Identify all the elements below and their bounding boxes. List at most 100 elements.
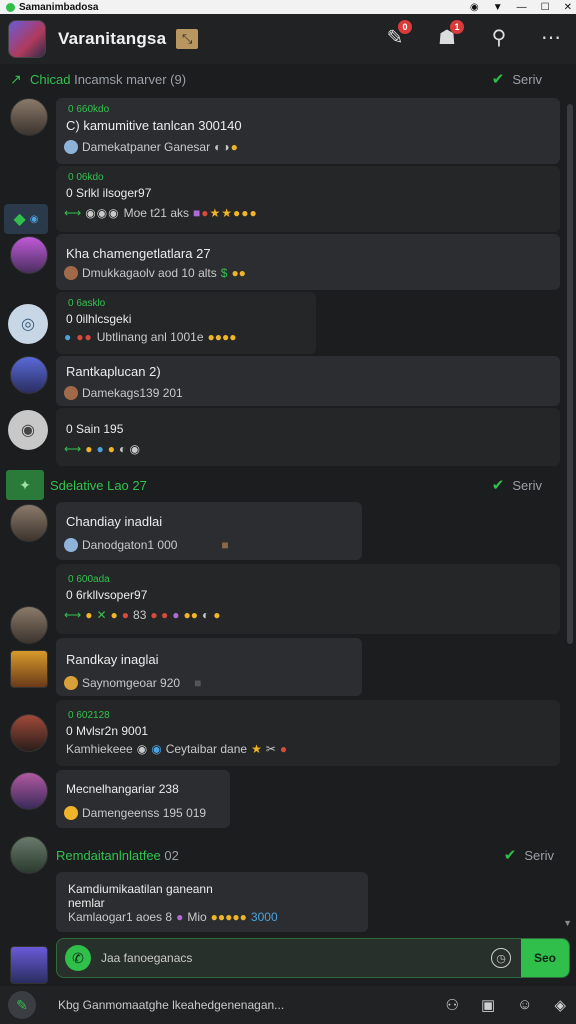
message-text: C) kamumitive tanlcan 300140 <box>66 118 242 133</box>
message-sub: ⟷ ● ● ● ◐ ◉ <box>64 442 141 456</box>
thread-icon[interactable]: ◆ ◉ <box>4 204 48 234</box>
message-sub: Damekatpaner Ganesar ◐◑● <box>64 140 239 154</box>
message-bubble[interactable]: Mecnelhangariar 238 Damengeenss 195 019 <box>56 770 230 828</box>
reactions: ◐◑● <box>214 140 239 154</box>
section-header[interactable]: ↗ Chicad Incamsk marver (9) ✔ Seriv <box>0 64 562 94</box>
section-header[interactable]: Remdaitanlnlatfee 02 ✔ Seriv <box>50 840 562 870</box>
message-bubble[interactable]: 0 Sain 195 ⟷ ● ● ● ◐ ◉ <box>56 408 560 466</box>
user-avatar[interactable] <box>10 836 48 874</box>
mail-badge: 0 <box>398 20 412 34</box>
message-text: Rantkaplucan 2) <box>66 364 161 379</box>
message-sub: Danodgaton1 000 ■ <box>64 538 229 552</box>
pin-icon: ↗ <box>10 70 22 87</box>
message-bubble[interactable]: 0 06kdo 0 Srlkl ilsoger97 ⟷ ◉◉◉ Moe t21 ak… <box>56 166 560 232</box>
message-text: nemlar <box>68 896 105 910</box>
user-avatar[interactable] <box>10 772 48 810</box>
signal-icon: ◉ <box>470 1 479 13</box>
check-icon: ✔ <box>491 477 505 494</box>
user-avatar[interactable] <box>10 606 48 644</box>
status-icons: ◉ ▼ — ☐ ✕ <box>470 0 572 14</box>
user-avatar[interactable] <box>10 714 48 752</box>
more-button[interactable]: ⋯ <box>536 22 566 52</box>
message-text: 0 Sain 195 <box>66 422 124 436</box>
send-button[interactable]: Seo <box>521 939 569 977</box>
message-text: 0 Srlkl ilsoger97 <box>66 186 152 200</box>
group-icon: ✦ <box>6 470 44 500</box>
message-meta: 0 600ada <box>68 574 110 585</box>
user-icon <box>64 386 78 400</box>
message-bubble[interactable]: 0 602128 0 Mvlsr2n 9001 Kamhiekeee ◉ ◉ Ceyt… <box>56 700 560 766</box>
message-text: Kha chamengetlatlara 27 <box>66 246 211 261</box>
profile-button[interactable]: ☗ 1 <box>432 20 464 52</box>
sticker-icon[interactable]: ◈ <box>554 996 566 1014</box>
user-icon <box>64 538 78 552</box>
scrollbar-thumb[interactable] <box>567 104 573 644</box>
close-icon[interactable]: ✕ <box>564 2 572 13</box>
gift-icon[interactable]: ▣ <box>481 996 495 1014</box>
call-icon[interactable]: ✆ <box>65 945 91 971</box>
minimize-icon[interactable]: — <box>517 2 527 13</box>
message-text: Chandiay inadlai <box>66 514 163 529</box>
user-avatar[interactable] <box>10 650 48 688</box>
folder-icon[interactable]: ⤡ <box>176 29 199 49</box>
status-app-name: Samanimbadosa <box>19 1 99 13</box>
user-icon <box>64 676 78 690</box>
message-sub: Damekags139 201 <box>64 386 183 400</box>
check-icon: ✔ <box>503 847 517 864</box>
compose-icon[interactable]: ✎ <box>8 991 36 1019</box>
message-sub: Kamhiekeee ◉ ◉ Ceytaibar dane ★ ✂ ● <box>66 742 288 756</box>
message-bubble[interactable]: Rantkaplucan 2) Damekags139 201 <box>56 356 560 406</box>
group-avatar[interactable] <box>8 20 46 58</box>
bell-badge: 1 <box>450 20 464 34</box>
message-input[interactable]: Jaa fanoeganacs <box>101 951 491 965</box>
message-text: 0 6rkllvsoper97 <box>66 588 148 602</box>
search-tool-icon[interactable]: ◎ <box>8 304 48 344</box>
chat-header: Varanitangsa ⤡ ✎ 0 ☗ 1 ⚲ ⋯ <box>0 14 576 64</box>
status-bar: Samanimbadosa ◉ ▼ — ☐ ✕ <box>0 0 576 14</box>
message-sub: Damengeenss 195 019 <box>64 806 206 820</box>
bottom-hint[interactable]: Kbg Ganmomaatghe lkeahedgenenagan... <box>58 998 284 1012</box>
section-status: ✔ Seriv <box>491 477 542 494</box>
scroll-down-icon[interactable]: ▼ <box>563 918 572 928</box>
mail-button[interactable]: ✎ 0 <box>380 20 412 52</box>
check-icon: ✔ <box>491 71 505 88</box>
search-button[interactable]: ⚲ <box>484 22 514 52</box>
section-label: Sdelative Lao 27 <box>50 477 147 493</box>
message-bubble[interactable]: 0 600ada 0 6rkllvsoper97 ⟷ ● ✕ ● ● 83 ● ● ● ●● ◐ ● <box>56 564 560 634</box>
user-icon <box>64 806 78 820</box>
chat-title[interactable]: Varanitangsa <box>58 29 166 49</box>
app-status-icon <box>6 2 15 12</box>
message-text: Kamdiumikaatilan ganeann <box>68 882 213 896</box>
message-text: Mecnelhangariar 238 <box>66 782 179 796</box>
user-avatar[interactable] <box>10 356 48 394</box>
message-sub: ⟷ ● ✕ ● ● 83 ● ● ● ●● ◐ ● <box>64 608 221 622</box>
message-sub: Kamlaogar1 aoes 8 ● Mio ●●●●● 3000 <box>68 910 278 924</box>
message-bubble[interactable]: Kamdiumikaatilan ganeann nemlar Kamlaoga… <box>56 872 368 932</box>
message-sub: ● ●● Ubtlinang anl 1001e ●●●● <box>64 330 237 344</box>
user-icon <box>64 266 78 280</box>
user-avatar[interactable] <box>10 98 48 136</box>
section-header[interactable]: ✦ Sdelative Lao 27 ✔ Seriv <box>0 470 562 500</box>
window-icon[interactable]: ☐ <box>541 2 550 13</box>
user-avatar[interactable] <box>10 236 48 274</box>
message-sub: Dmukkagaolv aod 10 alts $ ●● <box>64 266 246 280</box>
message-sub: Saynomgeoar 920 ■ <box>64 676 201 690</box>
more-icon: ⋯ <box>541 26 561 49</box>
camera-icon[interactable]: ⚇ <box>445 996 458 1014</box>
message-bubble[interactable]: Randkay inaglai Saynomgeoar 920 ■ <box>56 638 362 696</box>
message-bubble[interactable]: 0 6asklo 0 0ilhlcsgeki ● ●● Ubtlinang anl … <box>56 292 316 354</box>
emoji-tool-icon[interactable]: ◉ <box>8 410 48 450</box>
message-text: 0 0ilhlcsgeki <box>66 312 132 326</box>
message-meta: 0 602128 <box>68 710 110 721</box>
user-avatar[interactable] <box>10 504 48 542</box>
section-status: ✔ Seriv <box>503 847 554 864</box>
bottom-actions: ⚇ ▣ ☺ ◈ <box>445 996 566 1014</box>
bottom-bar: ✎ Kbg Ganmomaatghe lkeahedgenenagan... ⚇… <box>0 986 576 1024</box>
clock-icon[interactable]: ◷ <box>491 948 511 968</box>
emoji-icon[interactable]: ☺ <box>517 996 532 1014</box>
wifi-icon: ▼ <box>492 1 503 13</box>
message-bubble[interactable]: Kha chamengetlatlara 27 Dmukkagaolv aod … <box>56 234 560 290</box>
message-bubble[interactable]: 0 660kdo C) kamumitive tanlcan 300140 Da… <box>56 98 560 164</box>
message-bubble[interactable]: Chandiay inadlai Danodgaton1 000 ■ <box>56 502 362 560</box>
user-avatar[interactable] <box>10 946 48 984</box>
